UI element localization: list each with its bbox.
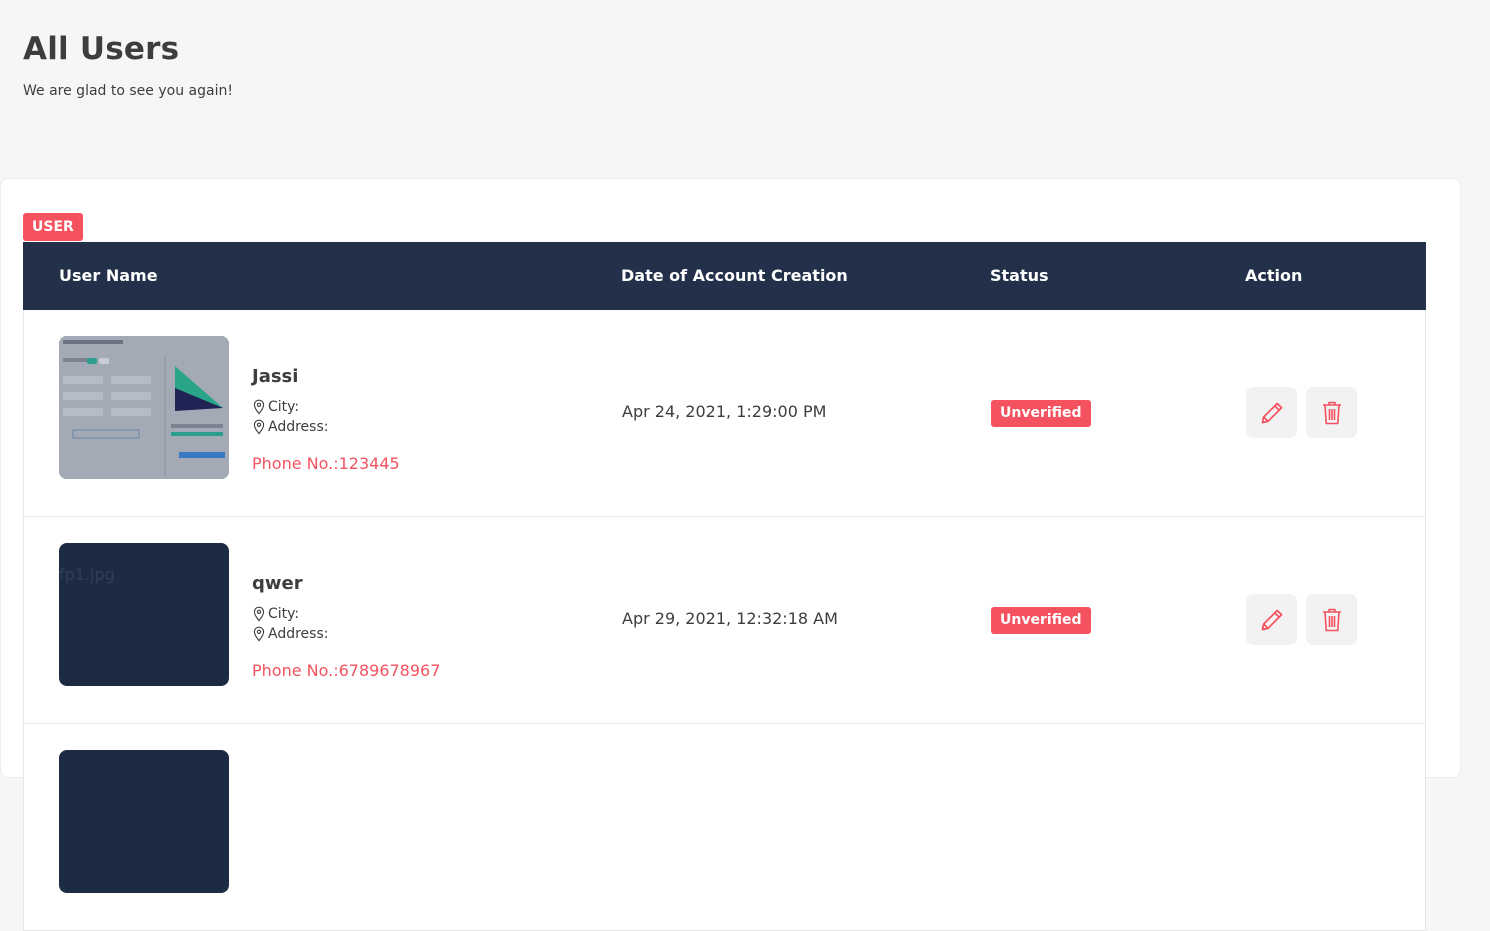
city-label: City: — [268, 606, 300, 622]
user-address: Address: — [252, 419, 328, 435]
user-thumbnail: fp1.jpg — [59, 543, 229, 686]
loan-calculator-screenshot-icon — [59, 336, 229, 479]
thumbnail-alt-text: fp1.jpg — [59, 565, 115, 584]
map-pin-icon — [253, 626, 265, 642]
users-table: User Name Date of Account Creation Statu… — [23, 242, 1426, 931]
column-header-date: Date of Account Creation — [621, 266, 848, 285]
delete-button[interactable] — [1306, 387, 1357, 438]
table-row — [23, 724, 1426, 931]
edit-button[interactable] — [1246, 594, 1297, 645]
user-phone: Phone No.:6789678967 — [252, 661, 441, 680]
column-header-status: Status — [990, 266, 1049, 285]
trash-icon — [1322, 401, 1341, 424]
address-label: Address: — [268, 419, 329, 435]
trash-icon — [1322, 608, 1341, 631]
city-label: City: — [268, 399, 300, 415]
column-header-action: Action — [1245, 266, 1303, 285]
status-badge: Unverified — [991, 400, 1091, 427]
address-label: Address: — [268, 626, 329, 642]
edit-button[interactable] — [1246, 387, 1297, 438]
user-name: qwer — [252, 573, 303, 594]
account-created-date: Apr 24, 2021, 1:29:00 PM — [622, 402, 827, 421]
pencil-icon — [1261, 609, 1282, 630]
map-pin-icon — [253, 419, 265, 435]
user-thumbnail — [59, 336, 229, 479]
page-header: All Users We are glad to see you again! — [23, 30, 233, 99]
user-phone: Phone No.:123445 — [252, 454, 400, 473]
user-name: Jassi — [252, 366, 299, 387]
user-city: City: — [252, 399, 299, 415]
status-badge: Unverified — [991, 607, 1091, 634]
map-pin-icon — [253, 606, 265, 622]
page-title: All Users — [23, 31, 180, 67]
delete-button[interactable] — [1306, 594, 1357, 645]
map-pin-icon — [253, 399, 265, 415]
column-header-user-name: User Name — [59, 266, 158, 285]
user-address: Address: — [252, 626, 328, 642]
table-row: fp1.jpg qwer City: Address: Phone No.:67… — [23, 517, 1426, 724]
account-created-date: Apr 29, 2021, 12:32:18 AM — [622, 609, 838, 628]
page-subtitle: We are glad to see you again! — [23, 83, 233, 99]
table-row: Jassi City: Address: Phone No.:123445 Ap… — [23, 310, 1426, 517]
table-header: User Name Date of Account Creation Statu… — [23, 242, 1426, 310]
user-city: City: — [252, 606, 299, 622]
thumbnail-preview-image — [59, 336, 229, 479]
user-thumbnail — [59, 750, 229, 893]
pencil-icon — [1261, 402, 1282, 423]
role-badge: USER — [23, 213, 83, 241]
